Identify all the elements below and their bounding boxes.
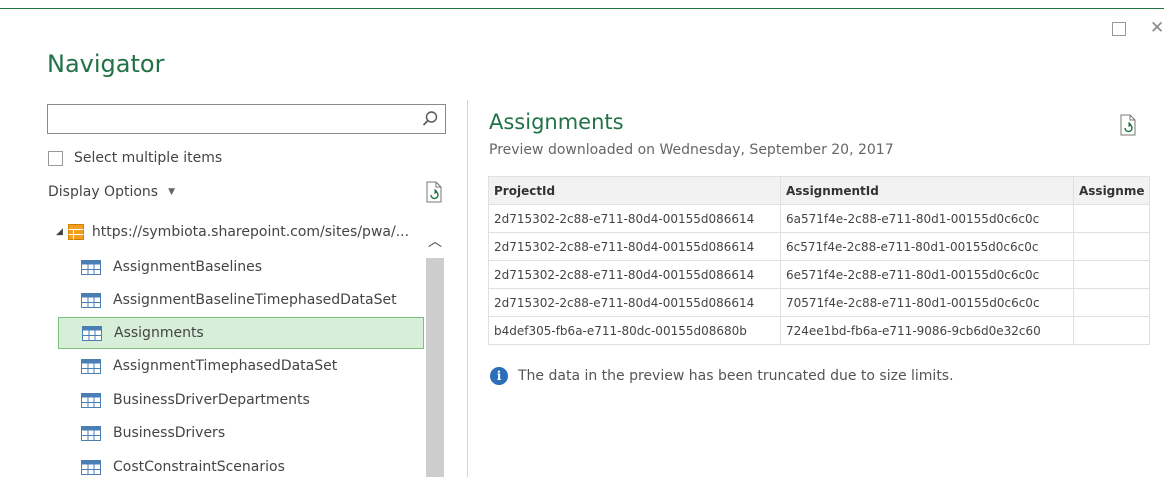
tree-item[interactable]: AssignmentTimephasedDataSet (58, 350, 424, 382)
table-cell: 6c571f4e-2c88-e711-80d1-00155d0c6c0c (780, 232, 1074, 261)
table-cell: 724ee1bd-fb6a-e711-9086-9cb6d0e32c60 (780, 316, 1074, 345)
display-options-dropdown[interactable]: Display Options ▼ (48, 182, 175, 202)
table-row: 2d715302-2c88-e711-80d4-00155d086614 6e57… (488, 260, 1151, 289)
table-icon (81, 392, 101, 408)
tree-item[interactable]: BusinessDrivers (58, 417, 424, 449)
truncation-text: The data in the preview has been truncat… (518, 368, 954, 384)
dialog-top-border (0, 8, 1164, 9)
tree-scrollbar-thumb[interactable] (426, 258, 444, 477)
preview-table: ProjectId AssignmentId Assignme 2d715302… (488, 176, 1151, 345)
column-header[interactable]: AssignmentId (780, 176, 1074, 205)
info-icon: i (490, 367, 508, 385)
table-icon (81, 459, 101, 475)
table-cell (1072, 288, 1151, 317)
table-row: 2d715302-2c88-e711-80d4-00155d086614 6c57… (488, 232, 1151, 261)
table-cell: 2d715302-2c88-e711-80d4-00155d086614 (488, 204, 781, 233)
preview-title: Assignments (489, 110, 624, 134)
truncation-notice: i The data in the preview has been trunc… (490, 366, 954, 386)
chevron-down-icon: ▼ (168, 187, 175, 197)
search-box (47, 104, 446, 134)
search-icon[interactable] (421, 110, 439, 128)
maximize-button[interactable] (1112, 22, 1126, 36)
tree-item-label: AssignmentBaselineTimephasedDataSet (113, 292, 397, 308)
table-row: 2d715302-2c88-e711-80d4-00155d086614 7057… (488, 288, 1151, 317)
tree-item[interactable]: AssignmentBaselines (58, 251, 424, 283)
table-icon (82, 325, 102, 341)
navigator-dialog: ✕ Navigator Select multiple items Displa… (0, 0, 1164, 477)
table-cell: 2d715302-2c88-e711-80d4-00155d086614 (488, 260, 781, 289)
search-input[interactable] (48, 105, 408, 133)
tree-item[interactable]: AssignmentBaselineTimephasedDataSet (58, 284, 424, 316)
table-cell (1072, 204, 1151, 233)
scroll-up-icon[interactable]: ︿ (426, 232, 444, 252)
tree-item-label: AssignmentBaselines (113, 259, 263, 275)
table-header-row: ProjectId AssignmentId Assignme (488, 176, 1151, 205)
tree-root-label: https://symbiota.sharepoint.com/sites/pw… (91, 224, 410, 240)
select-multiple-checkbox[interactable] (48, 150, 63, 166)
dialog-title: Navigator (47, 50, 165, 78)
tree-item-label: BusinessDrivers (113, 425, 226, 441)
table-icon (81, 425, 101, 441)
tree-item[interactable]: Assignments (58, 317, 424, 349)
display-options-label: Display Options (48, 184, 159, 200)
table-cell (1072, 260, 1151, 289)
table-icon (81, 292, 101, 308)
column-header[interactable]: ProjectId (488, 176, 781, 205)
select-multiple-items[interactable]: Select multiple items (48, 148, 222, 168)
table-cell: 70571f4e-2c88-e711-80d1-00155d0c6c0c (780, 288, 1074, 317)
tree-root-node[interactable]: ◢ https://symbiota.sharepoint.com/sites/… (56, 221, 409, 243)
pane-divider (467, 100, 468, 477)
tree-item-label: Assignments (114, 325, 204, 341)
select-multiple-label: Select multiple items (74, 150, 223, 166)
table-cell: 6a571f4e-2c88-e711-80d1-00155d0c6c0c (780, 204, 1074, 233)
close-button[interactable]: ✕ (1150, 18, 1164, 38)
table-cell (1072, 232, 1151, 261)
table-cell: 2d715302-2c88-e711-80d4-00155d086614 (488, 288, 781, 317)
column-header[interactable]: Assignme (1072, 176, 1151, 205)
tree-item-label: AssignmentTimephasedDataSet (113, 358, 338, 374)
table-row: b4def305-fb6a-e711-80dc-00155d08680b 724e… (488, 316, 1151, 345)
table-cell (1072, 316, 1151, 345)
table-cell: 6e571f4e-2c88-e711-80d1-00155d0c6c0c (780, 260, 1074, 289)
refresh-preview-icon[interactable] (1118, 113, 1138, 137)
tree-item[interactable]: CostConstraintScenarios (58, 451, 424, 477)
tree-item-label: CostConstraintScenarios (113, 459, 285, 475)
database-icon (67, 224, 84, 240)
refresh-icon[interactable] (424, 180, 444, 204)
table-cell: 2d715302-2c88-e711-80d4-00155d086614 (488, 232, 781, 261)
table-icon (81, 358, 101, 374)
collapse-triangle-icon[interactable]: ◢ (56, 227, 63, 237)
table-icon (81, 259, 101, 275)
preview-subtitle: Preview downloaded on Wednesday, Septemb… (489, 142, 894, 158)
tree-item-label: BusinessDriverDepartments (113, 392, 310, 408)
table-cell: b4def305-fb6a-e711-80dc-00155d08680b (488, 316, 781, 345)
table-row: 2d715302-2c88-e711-80d4-00155d086614 6a57… (488, 204, 1151, 233)
tree-item[interactable]: BusinessDriverDepartments (58, 384, 424, 416)
